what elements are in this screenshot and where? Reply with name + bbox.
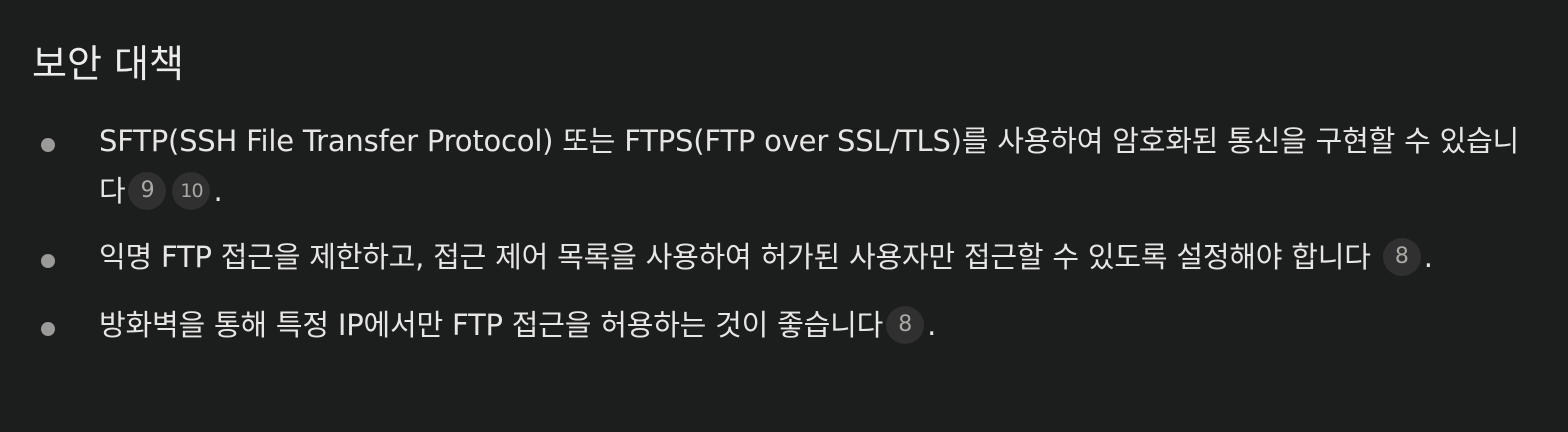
list-item: 방화벽을 통해 특정 IP에서만 FTP 접근을 허용하는 것이 좋습니다 8. bbox=[0, 300, 1568, 350]
citation-badge[interactable]: 10 bbox=[172, 172, 211, 210]
list-item-text: 방화벽을 통해 특정 IP에서만 FTP 접근을 허용하는 것이 좋습니다 bbox=[99, 308, 884, 342]
section-heading: 보안 대책 bbox=[32, 42, 184, 86]
list-item: SFTP(SSH File Transfer Protocol) 또는 FTPS… bbox=[0, 116, 1568, 216]
citation-badge[interactable]: 9 bbox=[128, 172, 167, 210]
list-item-text: SFTP(SSH File Transfer Protocol) 또는 FTPS… bbox=[99, 124, 1520, 208]
bullet-icon bbox=[41, 322, 55, 336]
bullet-icon bbox=[41, 254, 55, 268]
bullet-icon bbox=[41, 138, 55, 152]
citation-badge[interactable]: 8 bbox=[1382, 238, 1421, 276]
sentence-end: . bbox=[1423, 240, 1433, 274]
security-measures-section: 보안 대책 SFTP(SSH File Transfer Protocol) 또… bbox=[0, 0, 1568, 432]
citation-badge[interactable]: 8 bbox=[886, 306, 925, 344]
list-item-text: 익명 FTP 접근을 제한하고, 접근 제어 목록을 사용하여 허가된 사용자만… bbox=[99, 240, 1371, 274]
bullet-list: SFTP(SSH File Transfer Protocol) 또는 FTPS… bbox=[0, 116, 1568, 366]
sentence-end: . bbox=[927, 308, 937, 342]
list-item: 익명 FTP 접근을 제한하고, 접근 제어 목록을 사용하여 허가된 사용자만… bbox=[0, 232, 1568, 282]
sentence-end: . bbox=[213, 174, 223, 208]
